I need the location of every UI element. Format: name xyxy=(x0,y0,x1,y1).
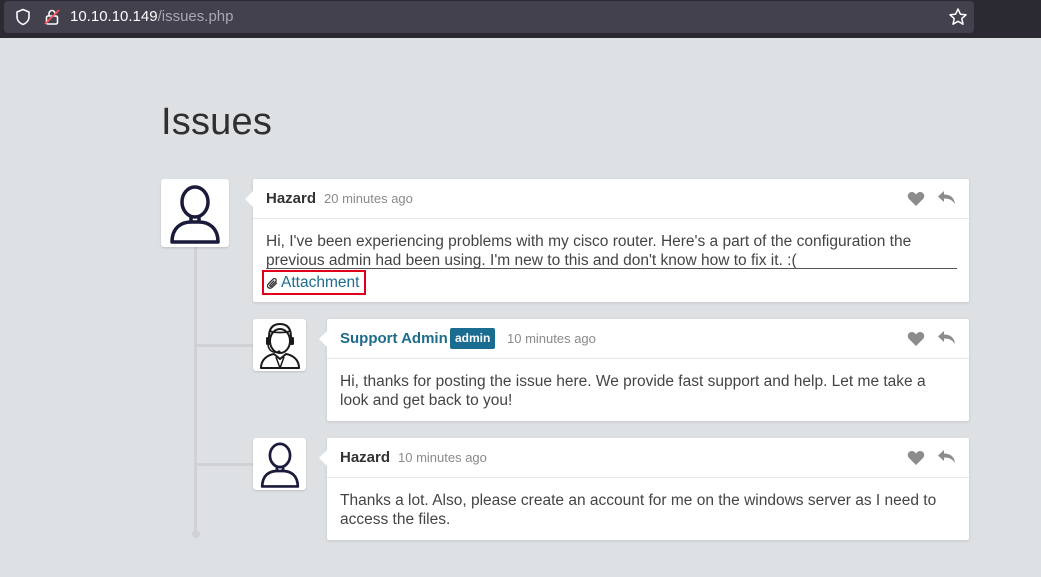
address-bar[interactable]: 10.10.10.149/issues.php xyxy=(4,1,974,33)
avatar xyxy=(161,179,229,247)
divider xyxy=(266,268,957,269)
url-text[interactable]: 10.10.10.149/issues.php xyxy=(70,8,233,26)
thread-branch xyxy=(196,463,254,466)
comment-author[interactable]: Hazard xyxy=(266,190,316,207)
user-avatar-icon xyxy=(260,442,299,488)
page-title: Issues xyxy=(161,101,273,143)
paperclip-icon xyxy=(266,277,279,295)
comment-text: Hi, I've been experiencing problems with… xyxy=(266,233,912,269)
attachment-link[interactable]: Attachment xyxy=(262,270,366,295)
reply-icon[interactable] xyxy=(937,190,957,211)
reply-icon[interactable] xyxy=(937,449,957,470)
thread-line xyxy=(194,246,197,531)
heart-icon[interactable] xyxy=(907,191,925,212)
reply-icon[interactable] xyxy=(937,330,957,351)
thread-end-dot xyxy=(192,530,200,538)
browser-toolbar: 10.10.10.149/issues.php xyxy=(0,0,1041,38)
support-agent-icon xyxy=(259,322,300,369)
comment-card: Hazard 10 minutes ago Thanks a lot. Also… xyxy=(319,438,969,540)
url-path: /issues.php xyxy=(157,8,234,25)
bookmark-star-icon[interactable] xyxy=(948,7,968,32)
url-host: 10.10.10.149 xyxy=(70,8,158,25)
attachment-label[interactable]: Attachment xyxy=(281,273,359,292)
comment-card: Support Admin admin 10 minutes ago Hi, t… xyxy=(319,319,969,421)
user-avatar-icon xyxy=(170,185,220,244)
comment-header: Hazard 10 minutes ago xyxy=(327,438,969,478)
comment-time: 10 minutes ago xyxy=(398,450,487,465)
heart-icon[interactable] xyxy=(907,450,925,471)
comment-header: Hazard 20 minutes ago xyxy=(253,179,969,219)
admin-badge: admin xyxy=(450,328,496,349)
comment-card: Hazard 20 minutes ago Hi, I've been expe… xyxy=(245,179,969,302)
comment-time: 20 minutes ago xyxy=(324,191,413,206)
thread-branch xyxy=(196,344,254,347)
heart-icon[interactable] xyxy=(907,331,925,352)
insecure-lock-icon[interactable] xyxy=(43,8,61,31)
comment-header: Support Admin admin 10 minutes ago xyxy=(327,319,969,359)
comment-author[interactable]: Support Admin xyxy=(340,330,448,347)
comment-text: Hi, thanks for posting the issue here. W… xyxy=(340,373,926,409)
comment-text: Thanks a lot. Also, please create an acc… xyxy=(340,492,937,528)
comment-time: 10 minutes ago xyxy=(507,331,596,346)
avatar xyxy=(253,438,306,490)
avatar xyxy=(253,319,306,371)
shield-icon[interactable] xyxy=(14,8,32,31)
comment-author[interactable]: Hazard xyxy=(340,449,390,466)
